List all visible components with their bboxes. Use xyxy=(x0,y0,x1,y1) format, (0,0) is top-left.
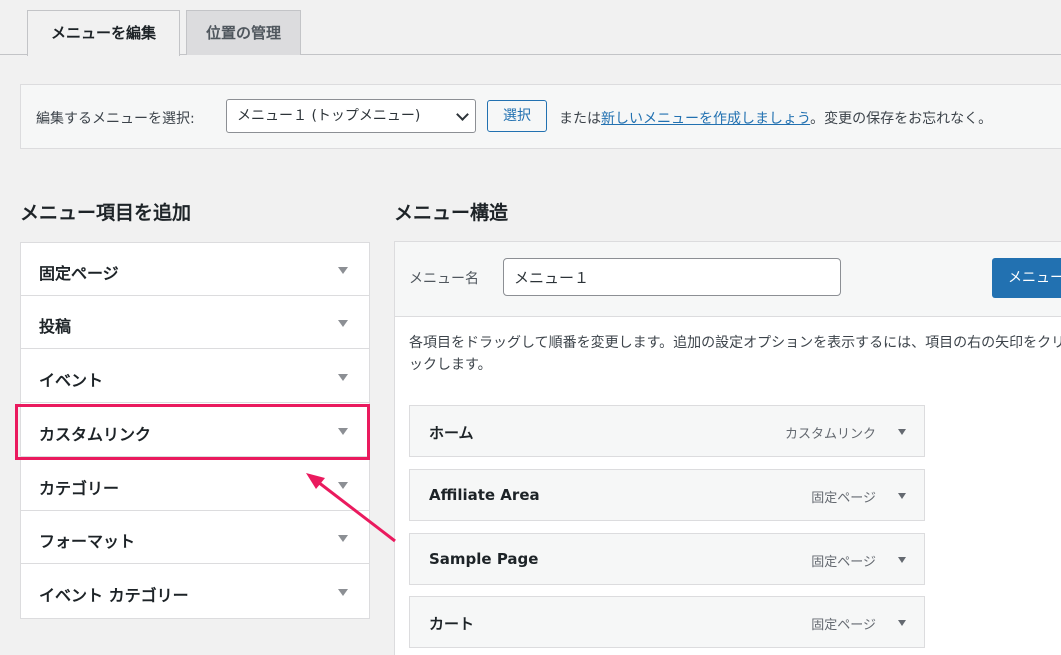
menu-item-type: 固定ページ xyxy=(811,491,876,506)
menu-select-dropdown[interactable]: メニュー１ (トップメニュー) xyxy=(226,99,476,133)
accordion-item-events[interactable]: イベント xyxy=(21,350,369,403)
triangle-down-icon xyxy=(338,320,348,327)
menu-item-toggle-icon[interactable] xyxy=(898,557,906,563)
select-button[interactable]: 選択 xyxy=(487,100,547,132)
nav-tabs: メニューを編集 位置の管理 xyxy=(0,0,1061,56)
menu-item-title: ホーム xyxy=(429,424,474,442)
accordion-item-label: 投稿 xyxy=(39,317,72,336)
menu-item-toggle-icon[interactable] xyxy=(898,493,906,499)
accordion-item-label: イベント xyxy=(39,371,104,390)
menu-item-type: 固定ページ xyxy=(811,555,876,570)
menu-item[interactable]: ホーム カスタムリンク xyxy=(409,405,925,457)
accordion-item-formats[interactable]: フォーマット xyxy=(21,511,369,564)
menu-item-type: カスタムリンク xyxy=(784,427,876,442)
accordion-item-label: カスタムリンク xyxy=(39,425,152,444)
accordion-item-label: カテゴリー xyxy=(39,479,120,498)
menu-item-title: カート xyxy=(429,615,475,633)
accordion-item-event-categories[interactable]: イベント カテゴリー xyxy=(21,565,369,618)
create-menu-link[interactable]: 新しいメニューを作成しましょう xyxy=(601,111,810,127)
menu-item[interactable]: Sample Page 固定ページ xyxy=(409,533,925,585)
chevron-down-icon xyxy=(456,108,469,121)
accordion-item-label: フォーマット xyxy=(39,532,136,551)
menu-item-title: Sample Page xyxy=(429,550,539,568)
menu-item-title: Affiliate Area xyxy=(429,486,540,504)
menu-name-label: メニュー名 xyxy=(409,271,479,287)
or-text: または xyxy=(559,111,601,127)
triangle-down-icon xyxy=(338,589,348,596)
menu-structure-heading: メニュー構造 xyxy=(394,202,509,224)
triangle-down-icon xyxy=(338,374,348,381)
add-items-accordion: 固定ページ 投稿 イベント カスタムリンク カテゴリー フォーマット イベント … xyxy=(20,242,370,619)
select-menu-label: 編集するメニューを選択: xyxy=(36,111,195,127)
triangle-down-icon xyxy=(338,267,348,274)
menu-select-bar: 編集するメニューを選択: メニュー１ (トップメニュー) 選択 または新しいメニ… xyxy=(20,84,1061,149)
tab-manage-locations[interactable]: 位置の管理 xyxy=(186,10,301,55)
menu-item[interactable]: カート 固定ページ xyxy=(409,596,925,648)
menu-item[interactable]: Affiliate Area 固定ページ xyxy=(409,469,925,521)
menu-item-toggle-icon[interactable] xyxy=(898,620,906,626)
accordion-item-label: イベント カテゴリー xyxy=(39,586,189,605)
selected-menu-value: メニュー１ (トップメニュー) xyxy=(237,108,421,124)
menu-name-row: メニュー名 メニュー xyxy=(395,242,1061,317)
tab-edit-menus[interactable]: メニューを編集 xyxy=(27,10,180,56)
menu-item-toggle-icon[interactable] xyxy=(898,429,906,435)
accordion-item-custom-links[interactable]: カスタムリンク xyxy=(21,404,369,457)
drag-instructions: 各項目をドラッグして順番を変更します。追加の設定オプションを表示するには、項目の… xyxy=(409,335,1061,373)
accordion-item-label: 固定ページ xyxy=(39,264,119,283)
save-reminder-text: 。変更の保存をお忘れなく。 xyxy=(810,111,993,127)
add-items-heading: メニュー項目を追加 xyxy=(20,202,192,224)
menu-name-input[interactable] xyxy=(503,258,841,296)
menu-item-type: 固定ページ xyxy=(811,618,876,633)
menu-structure-panel: メニュー名 メニュー 各項目をドラッグして順番を変更します。追加の設定オプション… xyxy=(394,241,1061,655)
triangle-down-icon xyxy=(338,482,348,489)
triangle-down-icon xyxy=(338,535,348,542)
select-bar-text: または新しいメニューを作成しましょう。変更の保存をお忘れなく。 xyxy=(559,108,992,128)
triangle-down-icon xyxy=(338,428,348,435)
save-menu-button[interactable]: メニュー xyxy=(992,258,1061,298)
accordion-item-posts[interactable]: 投稿 xyxy=(21,296,369,349)
accordion-item-pages[interactable]: 固定ページ xyxy=(21,243,369,296)
accordion-item-categories[interactable]: カテゴリー xyxy=(21,458,369,511)
